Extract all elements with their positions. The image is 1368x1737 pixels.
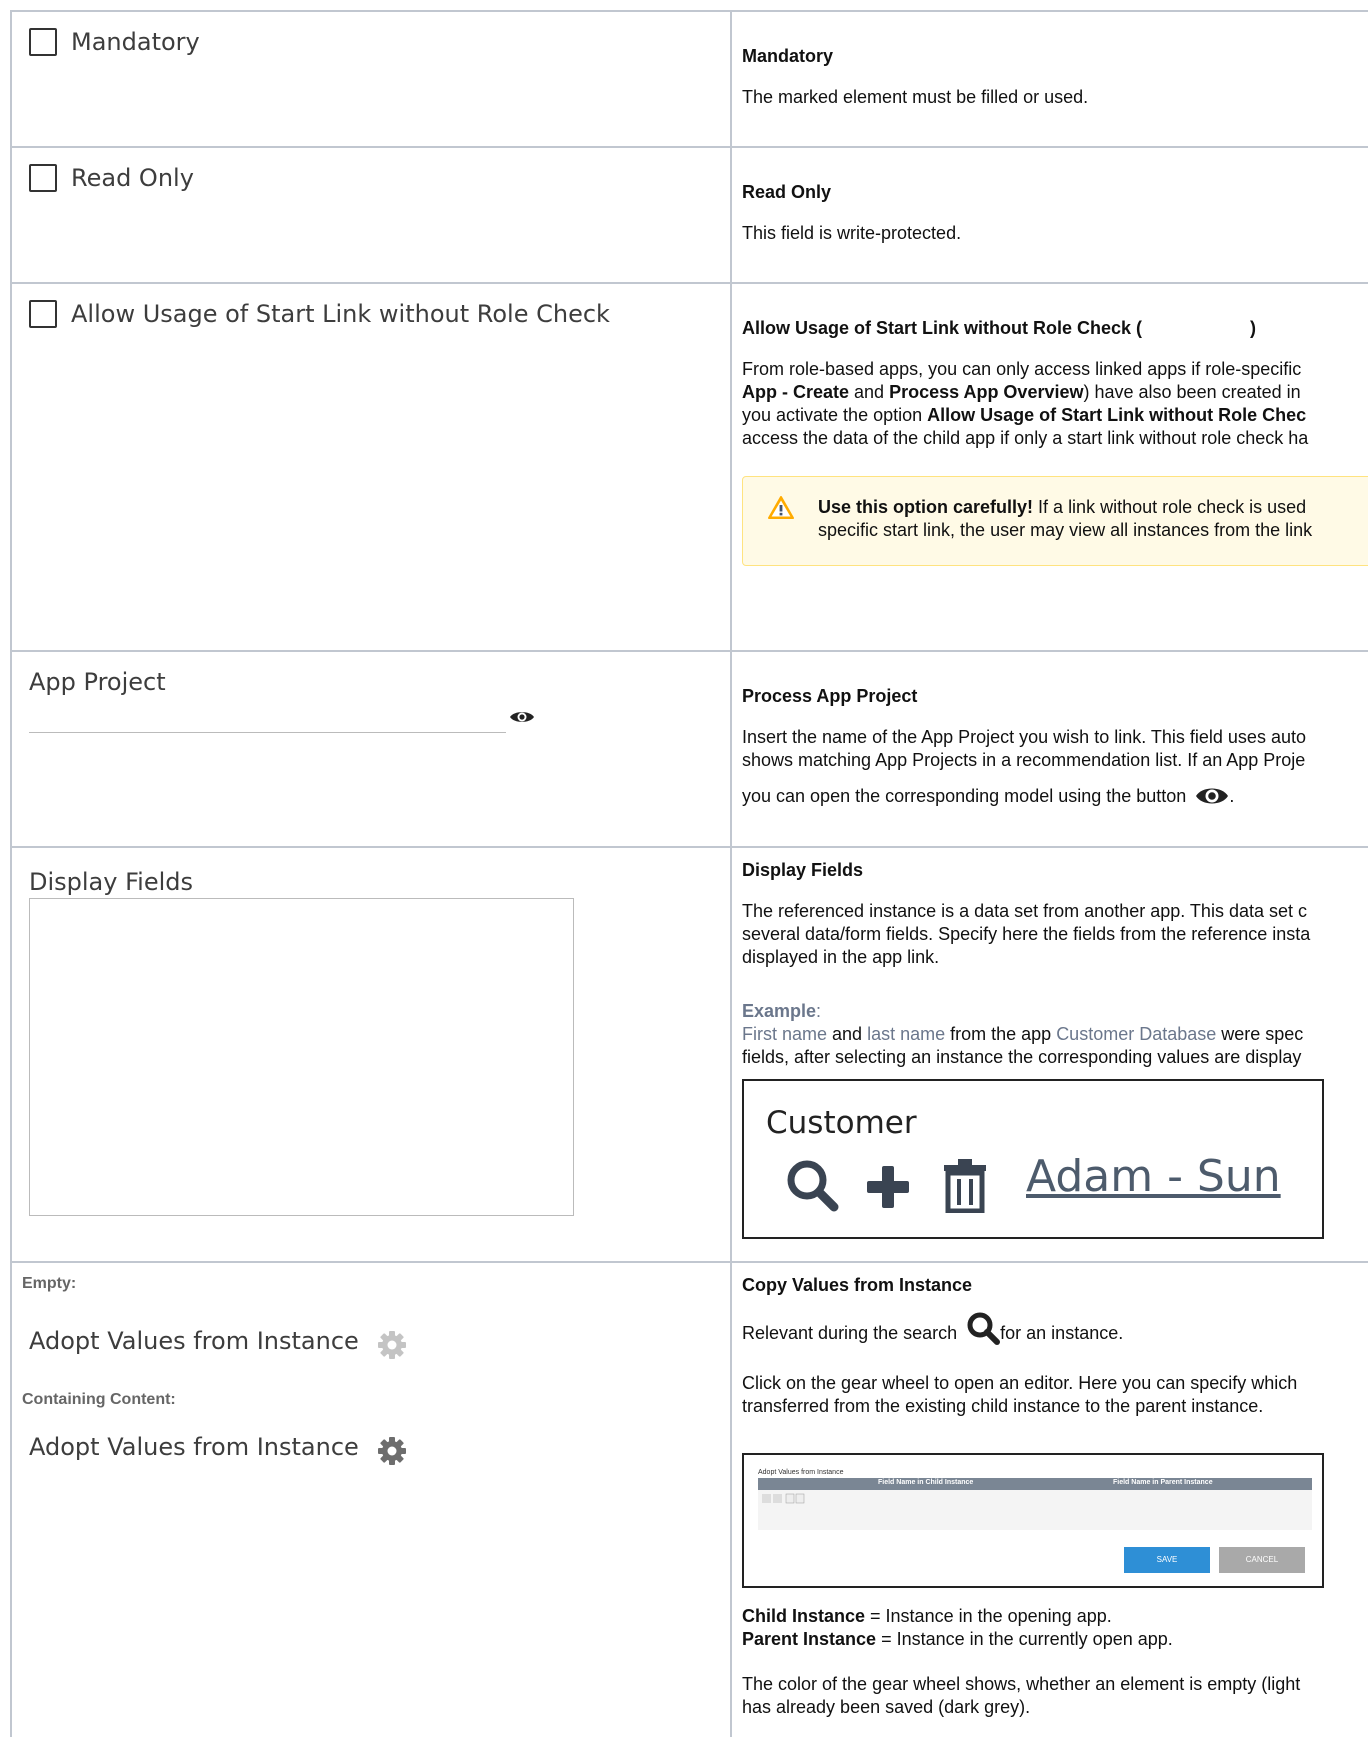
copy-values-title: Copy Values from Instance	[742, 1275, 973, 1295]
read-only-checkbox[interactable]	[29, 164, 57, 192]
row-copy-values: Empty: Adopt Values from Instance Contai…	[10, 1263, 1368, 1737]
warning-panel: Use this option carefully! If a link wit…	[742, 476, 1368, 566]
trash-icon	[944, 1159, 986, 1213]
app-project-label: App Project	[29, 668, 166, 696]
description-cell: Read Only This field is write-protected.	[732, 148, 1368, 282]
gear-color-desc: The color of the gear wheel shows, wheth…	[742, 1674, 1301, 1717]
adopt-values-editor-image: Adopt Values from Instance Field Name in…	[742, 1453, 1324, 1588]
mandatory-checkbox[interactable]	[29, 28, 57, 56]
search-icon	[787, 1160, 839, 1212]
adopt-values-label: Adopt Values from Instance	[29, 1433, 359, 1461]
description-cell: Display Fields The referenced instance i…	[732, 848, 1368, 1261]
warning-text: Use this option carefully! If a link wit…	[818, 497, 1313, 540]
gear-icon-light[interactable]	[377, 1330, 407, 1360]
warning-icon	[768, 496, 794, 519]
preview-cell: Allow Usage of Start Link without Role C…	[10, 284, 732, 650]
empty-caption: Empty:	[22, 1275, 77, 1292]
editor-row-controls-icon	[762, 1493, 805, 1504]
editor-title: Adopt Values from Instance	[758, 1469, 844, 1476]
display-fields-title: Display Fields	[742, 860, 864, 880]
read-only-title: Read Only	[742, 182, 832, 202]
editor-cancel-button: CANCEL	[1219, 1547, 1305, 1573]
adopt-values-filled: Adopt Values from Instance	[29, 1433, 407, 1466]
start-link-title-close: )	[1250, 318, 1257, 338]
mandatory-desc: The marked element must be filled or use…	[742, 87, 1089, 107]
read-only-label: Read Only	[71, 164, 194, 192]
mandatory-title: Mandatory	[742, 46, 834, 66]
start-link-checkbox[interactable]	[29, 300, 57, 328]
customer-example-image: Customer Adam - Sun	[742, 1079, 1324, 1239]
description-cell: Mandatory The marked element must be fil…	[732, 12, 1368, 146]
adopt-values-empty: Adopt Values from Instance	[29, 1327, 407, 1360]
start-link-title: Allow Usage of Start Link without Role C…	[742, 318, 1256, 339]
start-link-label: Allow Usage of Start Link without Role C…	[71, 300, 610, 328]
app-project-desc: Insert the name of the App Project you w…	[742, 727, 1306, 806]
description-cell: Copy Values from Instance Relevant durin…	[732, 1263, 1368, 1737]
editor-col-child: Field Name in Child Instance	[878, 1479, 974, 1486]
eye-icon	[1196, 788, 1229, 804]
preview-cell: Display Fields	[10, 848, 732, 1261]
eye-icon[interactable]	[509, 709, 535, 725]
search-icon	[967, 1312, 1001, 1345]
display-fields-label: Display Fields	[29, 868, 193, 896]
app-project-title: Process App Project	[742, 686, 918, 706]
customer-value-link: Adam - Sun	[1026, 1151, 1281, 1202]
preview-cell: Empty: Adopt Values from Instance Contai…	[10, 1263, 732, 1737]
row-display-fields: Display Fields Display Fields The refere…	[10, 848, 1368, 1263]
documentation-table: Mandatory Mandatory The marked element m…	[10, 10, 1368, 1737]
description-cell: Process App Project Insert the name of t…	[732, 652, 1368, 846]
customer-label: Customer	[766, 1105, 917, 1141]
read-only-checkbox-row[interactable]: Read Only	[29, 164, 194, 192]
row-mandatory: Mandatory Mandatory The marked element m…	[10, 12, 1368, 148]
row-app-project: App Project Process App Project Insert t…	[10, 652, 1368, 848]
containing-caption: Containing Content:	[22, 1391, 176, 1408]
preview-cell: Mandatory	[10, 12, 732, 146]
click-gear-desc: Click on the gear wheel to open an edito…	[742, 1373, 1298, 1416]
editor-table-body	[758, 1490, 1312, 1530]
adopt-values-label: Adopt Values from Instance	[29, 1327, 359, 1355]
editor-table-header: Field Name in Child Instance Field Name …	[758, 1478, 1312, 1490]
start-link-line-1: From role-based apps, you can only acces…	[742, 359, 1302, 379]
relevant-line: Relevant during the search for an instan…	[742, 1311, 1123, 1345]
start-link-title-text: Allow Usage of Start Link without Role C…	[742, 318, 1143, 338]
app-project-input[interactable]	[29, 732, 506, 733]
display-fields-list[interactable]	[29, 898, 574, 1216]
start-link-line-2: App - Create and Process App Overview) h…	[742, 382, 1301, 402]
instance-definitions: Child Instance = Instance in the opening…	[742, 1606, 1173, 1649]
preview-cell: App Project	[10, 652, 732, 846]
start-link-line-3: you activate the option Allow Usage of S…	[742, 405, 1307, 425]
display-fields-desc: The referenced instance is a data set fr…	[742, 901, 1311, 967]
start-link-paragraph: From role-based apps, you can only acces…	[742, 358, 1308, 450]
display-fields-example: Example: First name and last name from t…	[742, 1001, 1304, 1067]
description-cell: Allow Usage of Start Link without Role C…	[732, 284, 1368, 650]
gear-icon-dark[interactable]	[377, 1436, 407, 1466]
editor-col-parent: Field Name in Parent Instance	[1113, 1479, 1213, 1486]
start-link-line-4: access the data of the child app if only…	[742, 428, 1309, 448]
plus-icon	[867, 1166, 909, 1208]
row-read-only: Read Only Read Only This field is write-…	[10, 148, 1368, 284]
read-only-desc: This field is write-protected.	[742, 223, 962, 243]
mandatory-checkbox-row[interactable]: Mandatory	[29, 28, 200, 56]
row-allow-start-link: Allow Usage of Start Link without Role C…	[10, 284, 1368, 652]
start-link-checkbox-row[interactable]: Allow Usage of Start Link without Role C…	[29, 300, 610, 328]
mandatory-label: Mandatory	[71, 28, 200, 56]
preview-cell: Read Only	[10, 148, 732, 282]
editor-save-button: SAVE	[1124, 1547, 1210, 1573]
